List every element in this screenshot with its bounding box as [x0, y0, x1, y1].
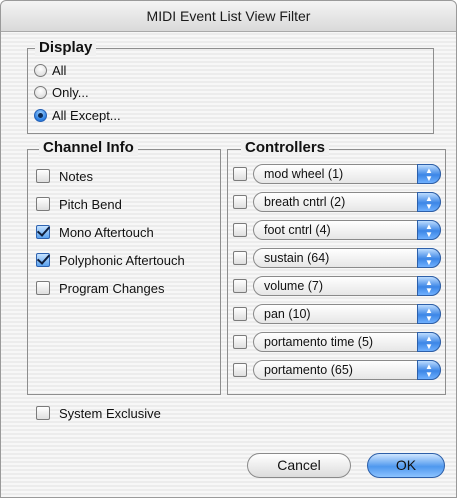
radio-only-label: Only... — [52, 84, 89, 100]
program-changes-checkbox[interactable] — [36, 281, 50, 295]
pan-popup[interactable]: pan (10) ▲ ▼ — [253, 304, 441, 324]
pan-checkbox[interactable] — [233, 307, 247, 321]
controllers-group-label: Controllers — [241, 140, 330, 156]
radio-all-except-button[interactable] — [34, 108, 47, 122]
polyphonic-aftertouch-label: Polyphonic Aftertouch — [59, 252, 185, 268]
system-exclusive[interactable]: System Exclusive — [36, 403, 161, 423]
channel-polyphonic-aftertouch[interactable]: Polyphonic Aftertouch — [36, 250, 185, 270]
controller-row: foot cntrl (4) ▲ ▼ — [233, 219, 441, 241]
portamento-checkbox[interactable] — [233, 363, 247, 377]
channel-info-group-label: Channel Info — [39, 140, 138, 156]
system-exclusive-checkbox[interactable] — [36, 406, 50, 420]
foot-cntrl-popup[interactable]: foot cntrl (4) ▲ ▼ — [253, 220, 441, 240]
controller-row: portamento (65) ▲ ▼ — [233, 359, 441, 381]
polyphonic-aftertouch-checkbox[interactable] — [36, 253, 50, 267]
radio-only[interactable]: Only... — [34, 82, 89, 102]
foot-cntrl-label: foot cntrl (4) — [264, 223, 331, 237]
ok-button[interactable]: OK — [367, 453, 445, 478]
breath-cntrl-checkbox[interactable] — [233, 195, 247, 209]
popup-stepper-icon: ▲ ▼ — [417, 304, 441, 324]
portamento-label: portamento (65) — [264, 363, 353, 377]
radio-only-button[interactable] — [34, 85, 47, 99]
channel-program-changes[interactable]: Program Changes — [36, 278, 165, 298]
popup-stepper-icon: ▲ ▼ — [417, 276, 441, 296]
popup-stepper-icon: ▲ ▼ — [417, 164, 441, 184]
dialog-window: MIDI Event List View Filter Display All … — [0, 0, 457, 498]
notes-label: Notes — [59, 168, 93, 184]
portamento-time-checkbox[interactable] — [233, 335, 247, 349]
controller-row: sustain (64) ▲ ▼ — [233, 247, 441, 269]
radio-all-except-label: All Except... — [52, 107, 121, 123]
radio-all-button[interactable] — [34, 63, 47, 77]
display-group-label: Display — [35, 40, 97, 56]
channel-pitch-bend[interactable]: Pitch Bend — [36, 194, 122, 214]
controller-row: breath cntrl (2) ▲ ▼ — [233, 191, 441, 213]
controller-row: volume (7) ▲ ▼ — [233, 275, 441, 297]
sustain-popup[interactable]: sustain (64) ▲ ▼ — [253, 248, 441, 268]
mod-wheel-label: mod wheel (1) — [264, 167, 344, 181]
popup-stepper-icon: ▲ ▼ — [417, 332, 441, 352]
mod-wheel-checkbox[interactable] — [233, 167, 247, 181]
portamento-time-popup[interactable]: portamento time (5) ▲ ▼ — [253, 332, 441, 352]
popup-stepper-icon: ▲ ▼ — [417, 220, 441, 240]
pitch-bend-label: Pitch Bend — [59, 196, 122, 212]
sustain-label: sustain (64) — [264, 251, 330, 265]
program-changes-label: Program Changes — [59, 280, 165, 296]
channel-notes[interactable]: Notes — [36, 166, 93, 186]
notes-checkbox[interactable] — [36, 169, 50, 183]
volume-popup[interactable]: volume (7) ▲ ▼ — [253, 276, 441, 296]
volume-checkbox[interactable] — [233, 279, 247, 293]
window-title: MIDI Event List View Filter — [1, 1, 456, 32]
radio-all-except[interactable]: All Except... — [34, 105, 121, 125]
channel-mono-aftertouch[interactable]: Mono Aftertouch — [36, 222, 154, 242]
mono-aftertouch-checkbox[interactable] — [36, 225, 50, 239]
popup-stepper-icon: ▲ ▼ — [417, 248, 441, 268]
controller-row: pan (10) ▲ ▼ — [233, 303, 441, 325]
breath-cntrl-popup[interactable]: breath cntrl (2) ▲ ▼ — [253, 192, 441, 212]
mod-wheel-popup[interactable]: mod wheel (1) ▲ ▼ — [253, 164, 441, 184]
portamento-time-label: portamento time (5) — [264, 335, 374, 349]
popup-stepper-icon: ▲ ▼ — [417, 360, 441, 380]
foot-cntrl-checkbox[interactable] — [233, 223, 247, 237]
radio-all-label: All — [52, 62, 67, 78]
controller-row: mod wheel (1) ▲ ▼ — [233, 163, 441, 185]
pitch-bend-checkbox[interactable] — [36, 197, 50, 211]
volume-label: volume (7) — [264, 279, 324, 293]
pan-label: pan (10) — [264, 307, 311, 321]
cancel-button[interactable]: Cancel — [247, 453, 351, 478]
popup-stepper-icon: ▲ ▼ — [417, 192, 441, 212]
controller-row: portamento time (5) ▲ ▼ — [233, 331, 441, 353]
mono-aftertouch-label: Mono Aftertouch — [59, 224, 154, 240]
radio-all[interactable]: All — [34, 60, 66, 80]
sustain-checkbox[interactable] — [233, 251, 247, 265]
system-exclusive-label: System Exclusive — [59, 405, 161, 421]
breath-cntrl-label: breath cntrl (2) — [264, 195, 346, 209]
portamento-popup[interactable]: portamento (65) ▲ ▼ — [253, 360, 441, 380]
